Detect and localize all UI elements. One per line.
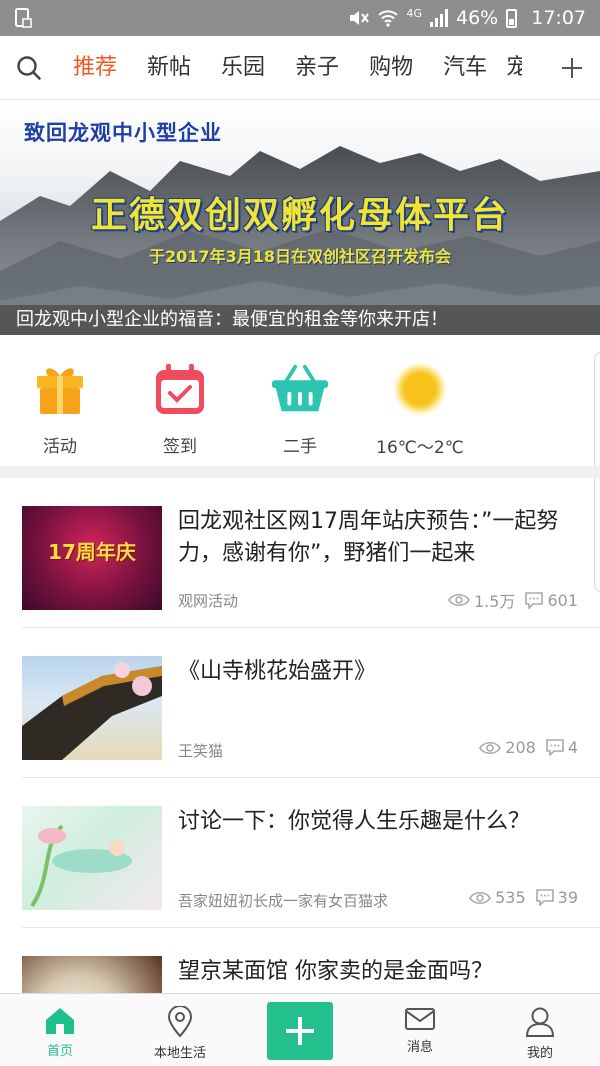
tab-new-posts[interactable]: 新帖 [132, 36, 206, 100]
eye-icon [448, 593, 470, 607]
quick-action-activities[interactable]: 活动 [0, 335, 120, 457]
post-item[interactable]: 讨论一下：你觉得人生乐趣是什么？ 吾家妞妞初长成一家有女百猫求 535 39 [0, 778, 600, 928]
temple-roof-image [22, 662, 162, 760]
sim-notification-icon [15, 8, 32, 28]
battery-percent: 46% [456, 7, 499, 29]
post-title: 讨论一下：你觉得人生乐趣是什么？ [178, 809, 531, 834]
nav-label: 消息 [406, 1040, 433, 1055]
post-title: 《山寺桃花始盛开》 [178, 659, 377, 684]
bottom-nav: 首页 本地生活 消息 我的 [0, 993, 600, 1066]
post-author: 吾家妞妞初长成一家有女百猫求 [178, 892, 389, 910]
calendar-check-icon [150, 361, 210, 416]
signal-icon [430, 9, 448, 27]
gift-icon [30, 361, 90, 416]
view-count: 208 [505, 738, 536, 757]
tab-clipped[interactable]: 宠 [502, 36, 522, 100]
quick-action-secondhand[interactable]: 二手 [240, 335, 360, 457]
quick-action-label: 签到 [163, 437, 197, 457]
search-icon [17, 55, 41, 80]
nav-label: 本地生活 [153, 1046, 206, 1061]
promo-banner[interactable]: 致回龙观中小型企业 正德双创双孵化母体平台 于2017年3月18日在双创社区召开… [0, 101, 600, 335]
quick-actions: 活动 签到 二手 16℃～2℃ [0, 335, 600, 458]
nav-add[interactable] [240, 994, 360, 1066]
tab-shopping[interactable]: 购物 [354, 36, 428, 100]
wifi-icon [378, 10, 399, 27]
comment-icon [546, 739, 564, 756]
battery-icon [506, 8, 518, 28]
plus-icon [562, 57, 582, 78]
tab-paradise[interactable]: 乐园 [206, 36, 280, 100]
user-icon [525, 1007, 555, 1037]
clock: 17:07 [531, 7, 586, 29]
quick-action-label: 二手 [283, 437, 317, 457]
tab-strip[interactable]: 推荐 新帖 乐园 亲子 购物 汽车 宠 [58, 36, 544, 100]
search-button[interactable] [0, 36, 58, 100]
view-count: 535 [495, 888, 526, 907]
comment-count: 39 [557, 888, 578, 907]
post-author: 王笑猫 [178, 742, 224, 760]
tab-cars[interactable]: 汽车 [428, 36, 502, 100]
section-divider [0, 466, 600, 478]
add-tab-button[interactable] [544, 36, 600, 100]
comment-count: 4 [567, 738, 578, 757]
nav-label: 我的 [526, 1046, 553, 1061]
comment-icon [525, 591, 544, 609]
view-count: 1.5万 [474, 592, 516, 611]
nav-local-life[interactable]: 本地生活 [120, 994, 240, 1066]
top-nav: 推荐 新帖 乐园 亲子 购物 汽车 宠 [0, 36, 600, 100]
tab-recommended[interactable]: 推荐 [58, 36, 132, 100]
basket-icon [270, 361, 330, 416]
nav-messages[interactable]: 消息 [360, 994, 480, 1066]
comment-count: 601 [547, 590, 578, 610]
post-title: 望京某面馆 你家卖的是金面吗？ [178, 959, 493, 984]
network-type: 4G [406, 6, 422, 20]
post-author: 观网活动 [178, 592, 239, 610]
post-title: 回龙观社区网17周年站庆预告：”一起努力，感谢有你”，野猪们一起来 [178, 509, 559, 566]
eye-icon [469, 891, 492, 904]
status-bar: 4G 46% 17:07 [0, 0, 600, 36]
banner-caption: 回龙观中小型企业的福音：最便宜的租金等你来开店！ [0, 305, 600, 335]
location-pin-icon [167, 1006, 193, 1038]
post-stats: 208 4 [479, 738, 578, 757]
post-stats: 535 39 [469, 888, 578, 907]
add-icon [286, 1017, 314, 1045]
quick-action-label: 活动 [43, 437, 77, 457]
quick-action-checkin[interactable]: 签到 [120, 335, 240, 457]
app-root: 4G 46% 17:07 推荐 新帖 乐园 亲子 购物 汽车 宠 致回龙观中小型… [0, 0, 600, 1066]
weather-temperature: 16℃～2℃ [376, 438, 464, 458]
post-item[interactable]: 17周年庆 回龙观社区网17周年站庆预告：”一起努力，感谢有你”，野猪们一起来 … [0, 478, 600, 628]
banner-subtitle: 于2017年3月18日在双创社区召开发布会 [149, 247, 451, 266]
sun-icon [390, 361, 450, 417]
post-thumbnail [22, 806, 162, 910]
mail-icon [405, 1008, 435, 1030]
post-thumbnail [22, 656, 162, 760]
banner-heading: 致回龙观中小型企业 [24, 121, 222, 145]
post-item[interactable]: 《山寺桃花始盛开》 王笑猫 208 4 [0, 628, 600, 778]
comment-icon [535, 889, 554, 906]
nav-label: 首页 [46, 1044, 73, 1059]
add-post-button[interactable] [267, 1002, 333, 1060]
eye-icon [479, 741, 502, 754]
post-stats: 1.5万 601 [448, 588, 578, 612]
thumb-caption: 17周年庆 [48, 540, 136, 564]
home-icon [46, 1008, 74, 1034]
banner-title: 正德双创双孵化母体平台 [90, 195, 509, 236]
weather-widget[interactable]: 16℃～2℃ [360, 335, 480, 458]
mute-icon [350, 11, 370, 25]
tab-parenting[interactable]: 亲子 [280, 36, 354, 100]
post-thumbnail: 17周年庆 [22, 506, 162, 610]
nav-home[interactable]: 首页 [0, 994, 120, 1066]
fairy-illustration-image [30, 824, 132, 908]
nav-profile[interactable]: 我的 [480, 994, 600, 1066]
